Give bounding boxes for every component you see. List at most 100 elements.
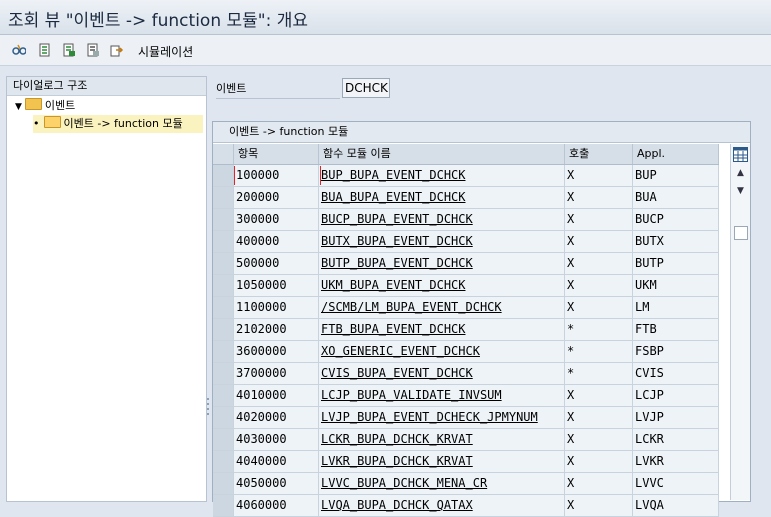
table-row[interactable]: 4050000 LVVC_BUPA_DCHCK_MENA_CR X LVVC (213, 473, 719, 495)
cell-item[interactable]: 4050000 (234, 473, 319, 494)
cell-call[interactable]: X (565, 429, 633, 450)
cell-appl[interactable]: LVVC (633, 473, 719, 494)
cell-function-module[interactable]: FTB_BUPA_EVENT_DCHCK (319, 319, 565, 340)
cell-item[interactable]: 3600000 (234, 341, 319, 362)
cell-item[interactable]: 4020000 (234, 407, 319, 428)
row-selector[interactable] (213, 187, 234, 208)
column-header-function-module[interactable]: 함수 모듈 이름 (319, 144, 565, 164)
cell-function-module[interactable]: UKM_BUPA_EVENT_DCHCK (319, 275, 565, 296)
cell-call[interactable]: X (565, 165, 633, 186)
table-row[interactable]: 100000 BUP_BUPA_EVENT_DCHCK X BUP (213, 165, 719, 187)
cell-appl[interactable]: BUP (633, 165, 719, 186)
cell-item[interactable]: 4060000 (234, 495, 319, 516)
cell-function-module[interactable]: CVIS_BUPA_EVENT_DCHCK (319, 363, 565, 384)
column-header-appl[interactable]: Appl. (633, 144, 719, 164)
row-selector[interactable] (213, 341, 234, 362)
table-row[interactable]: 400000 BUTX_BUPA_EVENT_DCHCK X BUTX (213, 231, 719, 253)
deselect-icon[interactable] (86, 43, 100, 57)
cell-appl[interactable]: UKM (633, 275, 719, 296)
cell-appl[interactable]: LVQA (633, 495, 719, 516)
tree-item-event[interactable]: ▼ 이벤트 (15, 97, 75, 115)
column-header-call[interactable]: 호출 (565, 144, 633, 164)
row-selector[interactable] (213, 451, 234, 472)
cell-item[interactable]: 1050000 (234, 275, 319, 296)
cell-appl[interactable]: BUTX (633, 231, 719, 252)
table-row[interactable]: 4020000 LVJP_BUPA_EVENT_DCHECK_JPMYNUM X LV… (213, 407, 719, 429)
cell-function-module[interactable]: LVQA_BUPA_DCHCK_QATAX (319, 495, 565, 516)
expand-arrow-icon[interactable]: ▼ (15, 102, 22, 112)
cell-function-module[interactable]: LVJP_BUPA_EVENT_DCHECK_JPMYNUM (319, 407, 565, 428)
scroll-down-icon[interactable]: ▼ (734, 185, 747, 198)
row-selector[interactable] (213, 275, 234, 296)
table-row[interactable]: 500000 BUTP_BUPA_EVENT_DCHCK X BUTP (213, 253, 719, 275)
cell-appl[interactable]: FSBP (633, 341, 719, 362)
tree-item-event-function-module[interactable]: • 이벤트 -> function 모듈 (33, 115, 203, 133)
cell-item[interactable]: 200000 (234, 187, 319, 208)
cell-call[interactable]: * (565, 319, 633, 340)
cell-call[interactable]: X (565, 495, 633, 516)
details-icon[interactable] (38, 43, 52, 57)
cell-function-module[interactable]: BUA_BUPA_EVENT_DCHCK (319, 187, 565, 208)
cell-appl[interactable]: FTB (633, 319, 719, 340)
row-selector[interactable] (213, 407, 234, 428)
cell-call[interactable]: * (565, 341, 633, 362)
cell-function-module[interactable]: BUTX_BUPA_EVENT_DCHCK (319, 231, 565, 252)
table-row[interactable]: 1050000 UKM_BUPA_EVENT_DCHCK X UKM (213, 275, 719, 297)
cell-function-module[interactable]: LCKR_BUPA_DCHCK_KRVAT (319, 429, 565, 450)
row-selector[interactable] (213, 209, 234, 230)
cell-item[interactable]: 3700000 (234, 363, 319, 384)
event-field[interactable]: DCHCK (342, 78, 390, 98)
cell-call[interactable]: X (565, 407, 633, 428)
cell-function-module[interactable]: XO_GENERIC_EVENT_DCHCK (319, 341, 565, 362)
cell-item[interactable]: 4010000 (234, 385, 319, 406)
table-row[interactable]: 3700000 CVIS_BUPA_EVENT_DCHCK * CVIS (213, 363, 719, 385)
cell-call[interactable]: X (565, 253, 633, 274)
table-settings-icon[interactable] (733, 147, 748, 162)
table-row[interactable]: 4010000 LCJP_BUPA_VALIDATE_INVSUM X LCJP (213, 385, 719, 407)
select-all-icon[interactable] (62, 43, 76, 57)
cell-item[interactable]: 300000 (234, 209, 319, 230)
scroll-up-icon[interactable]: ▲ (734, 167, 747, 180)
cell-call[interactable]: X (565, 385, 633, 406)
cell-item[interactable]: 2102000 (234, 319, 319, 340)
row-selector[interactable] (213, 165, 234, 186)
cell-appl[interactable]: LCKR (633, 429, 719, 450)
cell-call[interactable]: X (565, 297, 633, 318)
table-row[interactable]: 1100000/SCMB/LM_BUPA_EVENT_DCHCK X LM (213, 297, 719, 319)
pane-splitter[interactable] (205, 395, 211, 425)
table-row[interactable]: 300000 BUCP_BUPA_EVENT_DCHCK X BUCP (213, 209, 719, 231)
column-header-item[interactable]: 항목 (234, 144, 319, 164)
cell-appl[interactable]: BUCP (633, 209, 719, 230)
cell-appl[interactable]: CVIS (633, 363, 719, 384)
cell-item[interactable]: 500000 (234, 253, 319, 274)
cell-call[interactable]: * (565, 363, 633, 384)
row-selector-header[interactable] (213, 144, 234, 164)
cell-item[interactable]: 4030000 (234, 429, 319, 450)
row-selector[interactable] (213, 495, 234, 516)
row-selector[interactable] (213, 385, 234, 406)
row-selector[interactable] (213, 231, 234, 252)
table-row[interactable]: 4060000 LVQA_BUPA_DCHCK_QATAX X LVQA (213, 495, 719, 517)
cell-appl[interactable]: BUA (633, 187, 719, 208)
scroll-thumb[interactable] (734, 226, 748, 240)
cell-call[interactable]: X (565, 473, 633, 494)
cell-appl[interactable]: LM (633, 297, 719, 318)
export-icon[interactable] (110, 43, 124, 57)
table-row[interactable]: 200000 BUA_BUPA_EVENT_DCHCK X BUA (213, 187, 719, 209)
glasses-icon[interactable] (12, 43, 26, 57)
cell-appl[interactable]: LCJP (633, 385, 719, 406)
cell-function-module[interactable]: /SCMB/LM_BUPA_EVENT_DCHCK (319, 297, 565, 318)
cell-function-module[interactable]: LVKR_BUPA_DCHCK_KRVAT (319, 451, 565, 472)
row-selector[interactable] (213, 297, 234, 318)
cell-item[interactable]: 400000 (234, 231, 319, 252)
row-selector[interactable] (213, 253, 234, 274)
cell-call[interactable]: X (565, 209, 633, 230)
cell-function-module[interactable]: LCJP_BUPA_VALIDATE_INVSUM (319, 385, 565, 406)
cell-appl[interactable]: LVKR (633, 451, 719, 472)
table-row[interactable]: 2102000 FTB_BUPA_EVENT_DCHCK * FTB (213, 319, 719, 341)
cell-item[interactable]: 4040000 (234, 451, 319, 472)
simulation-button[interactable]: 시뮬레이션 (138, 43, 193, 60)
cell-call[interactable]: X (565, 451, 633, 472)
row-selector[interactable] (213, 473, 234, 494)
cell-function-module[interactable]: BUP_BUPA_EVENT_DCHCK (319, 165, 565, 186)
